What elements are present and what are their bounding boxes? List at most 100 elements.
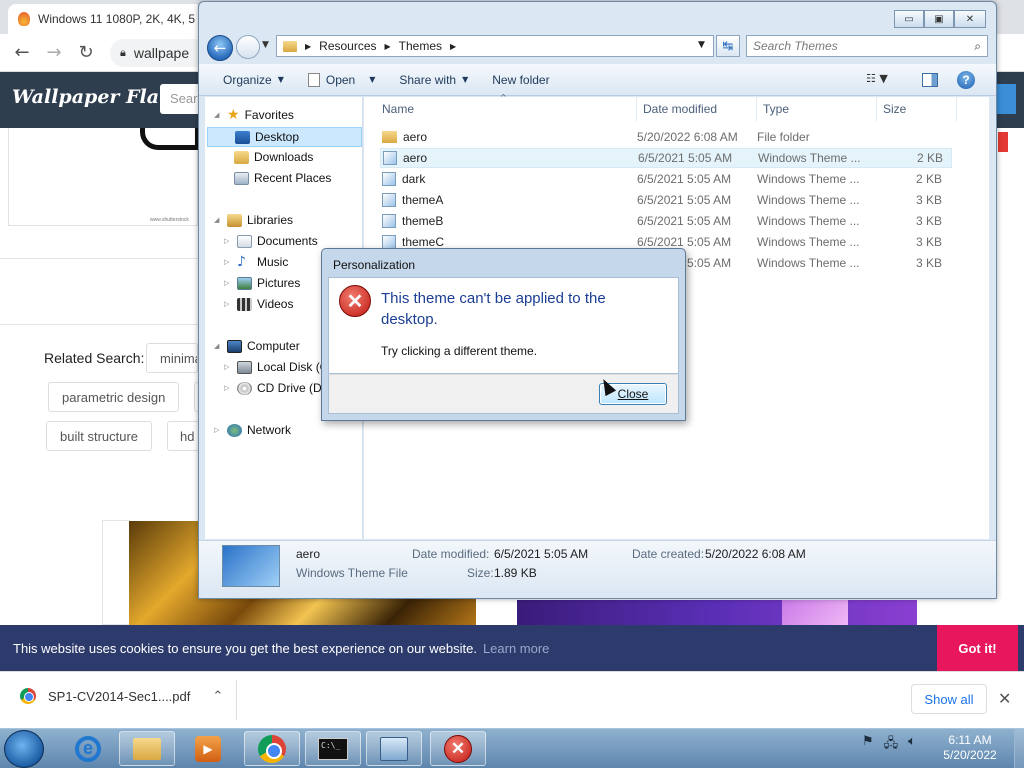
volume-icon[interactable]: 🔈︎ — [908, 734, 916, 756]
close-window-button[interactable]: ✕ — [954, 10, 986, 28]
nav-computer[interactable]: ◢ Computer — [214, 336, 304, 356]
search-icon[interactable]: ⌕ — [974, 39, 981, 54]
column-header-type[interactable]: Type — [757, 97, 877, 121]
taskbar-error-dialog[interactable]: ✕ — [430, 731, 486, 766]
search-placeholder: Search Themes — [753, 39, 838, 53]
nav-pictures[interactable]: ▷ Pictures — [224, 273, 304, 293]
tree-collapsed-icon[interactable]: ▷ — [224, 279, 232, 287]
file-date: 6/5/2021 5:05 AM — [637, 214, 732, 228]
site-logo[interactable]: Wallpaper Flare — [12, 86, 181, 108]
nav-desktop[interactable]: Desktop — [207, 127, 362, 147]
file-row[interactable]: dark 6/5/2021 5:05 AM Windows Theme ... … — [380, 169, 952, 189]
chevron-up-icon[interactable]: ⌃ — [212, 689, 223, 704]
forward-button[interactable] — [236, 35, 260, 59]
tree-collapsed-icon[interactable]: ▷ — [214, 426, 222, 434]
nav-documents[interactable]: ▷ Documents — [224, 231, 322, 251]
nav-downloads[interactable]: Downloads — [234, 147, 317, 167]
file-row[interactable]: aero 5/20/2022 6:08 AM File folder — [380, 127, 952, 147]
tree-collapsed-icon[interactable]: ▷ — [224, 363, 232, 371]
taskbar-chrome[interactable] — [244, 731, 300, 766]
taskbar-media-player[interactable]: ▶ — [180, 731, 236, 766]
download-item[interactable]: SP1-CV2014-Sec1....pdf ⌃ — [20, 688, 223, 704]
preview-pane-icon[interactable] — [922, 73, 938, 87]
related-tag[interactable]: built structure — [46, 421, 153, 451]
close-icon[interactable]: ✕ — [998, 689, 1011, 708]
show-all-button[interactable]: Show all — [911, 684, 987, 714]
nav-network[interactable]: ▷ Network — [214, 420, 295, 440]
column-header-date[interactable]: Date modified — [637, 97, 757, 121]
nav-cd-drive[interactable]: ▷ CD Drive (D: — [224, 378, 329, 398]
learn-more-link[interactable]: Learn more — [483, 641, 549, 656]
column-header-name[interactable]: Name ^ — [364, 93, 637, 121]
nav-music[interactable]: ▷ ♪ Music — [224, 252, 292, 272]
new-folder-button[interactable]: New folder — [480, 73, 561, 87]
nav-local-disk[interactable]: ▷ Local Disk (C — [224, 357, 332, 377]
file-row[interactable]: themeB 6/5/2021 5:05 AM Windows Theme ..… — [380, 211, 952, 231]
details-created-label: Date created: — [632, 547, 705, 561]
music-icon: ♪ — [237, 254, 246, 270]
cookie-message: This website uses cookies to ensure you … — [13, 640, 477, 656]
share-with-button[interactable]: Share with ▼ — [387, 73, 480, 87]
windows11-wallpaper-thumbnail[interactable] — [517, 600, 917, 625]
tree-collapsed-icon[interactable]: ▷ — [224, 258, 232, 266]
open-button[interactable]: Open ▼ — [296, 72, 388, 87]
search-input[interactable]: Search Themes ⌕ — [746, 35, 988, 57]
star-icon: ★ — [227, 107, 240, 123]
network-icon[interactable]: 🖧︎ — [884, 734, 899, 756]
chevron-down-icon: ▼ — [369, 75, 376, 84]
taskbar-command-prompt[interactable]: C:\_ — [305, 731, 361, 766]
action-center-flag-icon[interactable]: ⚑ — [862, 734, 874, 756]
dialog-hint: Try clicking a different theme. — [381, 344, 538, 358]
tree-expanded-icon[interactable]: ◢ — [214, 216, 222, 224]
show-desktop-button[interactable] — [1014, 729, 1024, 768]
chevron-down-icon[interactable]: ▼ — [262, 40, 269, 50]
breadcrumb-item[interactable]: Resources — [319, 39, 376, 53]
file-row[interactable]: themeA 6/5/2021 5:05 AM Windows Theme ..… — [380, 190, 952, 210]
chevron-down-icon[interactable]: ▼ — [698, 40, 705, 50]
nav-label: Documents — [257, 234, 318, 248]
forward-arrow-icon[interactable]: → — [42, 42, 66, 63]
site-header-button[interactable] — [996, 84, 1016, 114]
back-arrow-icon[interactable]: ← — [10, 42, 34, 63]
related-tag[interactable]: hd — [167, 421, 200, 451]
nav-label: Videos — [257, 297, 294, 311]
file-row-selected[interactable]: aero 6/5/2021 5:05 AM Windows Theme ... … — [380, 148, 952, 168]
refresh-icon[interactable]: ↹ — [716, 35, 740, 57]
nav-libraries[interactable]: ◢ Libraries — [214, 210, 297, 230]
help-icon[interactable]: ? — [957, 71, 975, 89]
cookie-accept-button[interactable]: Got it! — [937, 625, 1018, 671]
view-options-icon[interactable]: ☷ ▼ — [866, 72, 888, 85]
breadcrumb-item[interactable]: Themes — [399, 39, 442, 53]
minimize-button[interactable]: ▭ — [894, 10, 924, 28]
browser-tab[interactable]: Windows 11 1080P, 2K, 4K, 5 — [8, 4, 204, 34]
tree-expanded-icon[interactable]: ◢ — [214, 111, 222, 119]
taskbar-explorer[interactable] — [119, 731, 175, 766]
tree-collapsed-icon[interactable]: ▷ — [224, 237, 232, 245]
url-text: wallpape — [133, 45, 190, 61]
nav-recent-places[interactable]: Recent Places — [234, 168, 335, 188]
reload-icon[interactable]: ↻ — [74, 42, 98, 63]
chevron-right-icon[interactable]: ▶ — [385, 42, 391, 51]
start-button[interactable] — [4, 730, 44, 768]
organize-button[interactable]: Organize ▼ — [199, 73, 296, 87]
nav-videos[interactable]: ▷ Videos — [224, 294, 297, 314]
taskbar-internet-explorer[interactable]: e — [60, 731, 116, 766]
maximize-button[interactable]: ▣ — [924, 10, 954, 28]
tree-collapsed-icon[interactable]: ▷ — [224, 300, 232, 308]
chevron-right-icon[interactable]: ▶ — [450, 42, 456, 51]
site-search-input[interactable]: Sear — [160, 84, 200, 114]
explorer-address-bar[interactable]: ▶ Resources ▶ Themes ▶ — [276, 35, 714, 57]
nav-favorites[interactable]: ◢ ★ Favorites — [214, 105, 298, 125]
chevron-right-icon[interactable]: ▶ — [305, 42, 311, 51]
tree-expanded-icon[interactable]: ◢ — [214, 342, 222, 350]
related-tag[interactable]: parametric design — [48, 382, 180, 412]
taskbar-control-panel[interactable] — [366, 731, 422, 766]
error-icon: ✕ — [339, 285, 371, 317]
tree-collapsed-icon[interactable]: ▷ — [224, 384, 232, 392]
back-arrow-icon[interactable]: ← — [207, 35, 233, 61]
file-size: 2 KB — [915, 172, 942, 186]
column-header-size[interactable]: Size — [877, 97, 957, 121]
clock[interactable]: 6:11 AM 5/20/2022 — [930, 733, 1010, 763]
download-filename: SP1-CV2014-Sec1....pdf — [48, 688, 191, 704]
related-tag[interactable]: minima — [146, 343, 198, 373]
